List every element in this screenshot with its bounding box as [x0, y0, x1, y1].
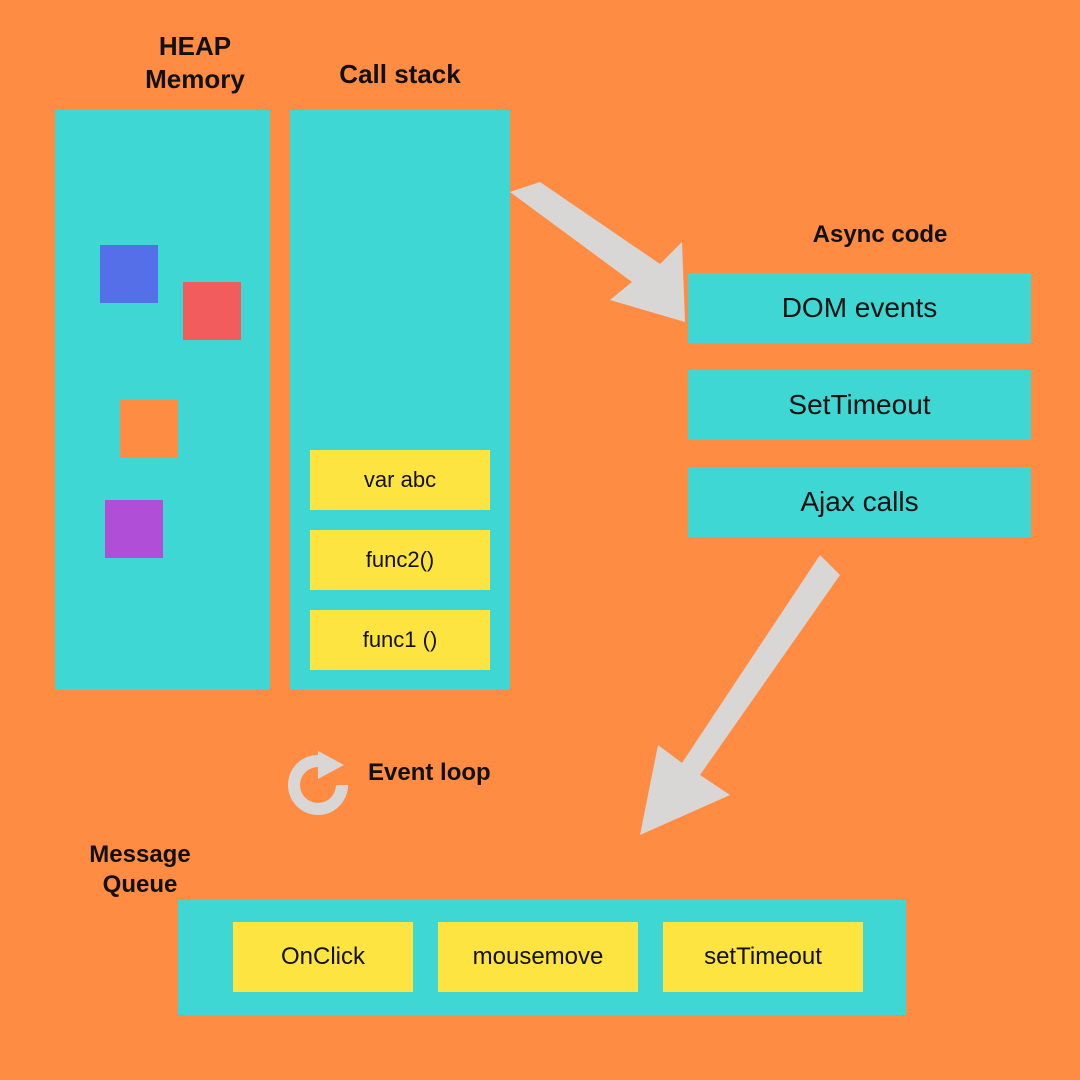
async-item: SetTimeout: [688, 370, 1031, 440]
event-loop-label: Event loop: [368, 758, 528, 788]
heap-block: [183, 282, 241, 340]
arrow-icon: [510, 182, 700, 342]
heap-block: [120, 400, 178, 458]
message-queue-panel: OnClick mousemove setTimeout: [178, 900, 906, 1015]
message-queue-label: Message Queue: [60, 840, 220, 900]
heap-memory-panel: [55, 110, 270, 690]
queue-item: OnClick: [233, 922, 413, 992]
call-stack-item: func1 (): [310, 610, 490, 670]
call-stack-label: Call stack: [300, 58, 500, 91]
async-item: DOM events: [688, 273, 1031, 343]
queue-item: mousemove: [438, 922, 638, 992]
call-stack-panel: var abc func2() func1 (): [290, 110, 510, 690]
heap-memory-label: HEAP Memory: [95, 30, 295, 95]
async-code-label: Async code: [780, 220, 980, 250]
queue-item: setTimeout: [663, 922, 863, 992]
arrow-icon: [640, 555, 840, 845]
heap-block: [105, 500, 163, 558]
async-item: Ajax calls: [688, 467, 1031, 537]
heap-block: [100, 245, 158, 303]
call-stack-item: var abc: [310, 450, 490, 510]
call-stack-item: func2(): [310, 530, 490, 590]
event-loop-icon: [278, 745, 358, 825]
